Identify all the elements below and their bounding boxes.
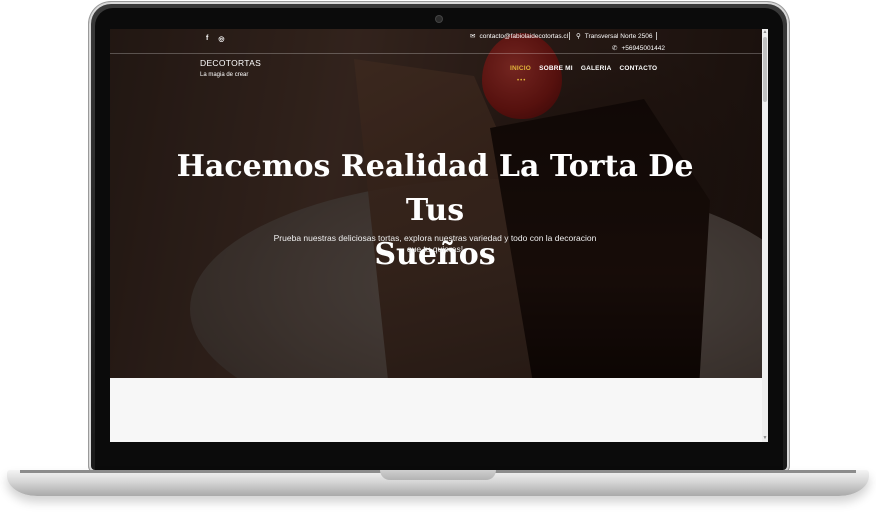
nav-item-contacto[interactable]: CONTACTO [619, 65, 657, 72]
address-text: Transversal Norte 2506 [584, 32, 653, 40]
scrollbar-thumb[interactable] [763, 37, 767, 102]
divider [656, 32, 657, 40]
divider [569, 32, 570, 40]
email-text[interactable]: contacto@fabiolaidecotortas.cl [479, 33, 568, 40]
instagram-icon[interactable]: ◎ [218, 35, 224, 43]
nav-item-sobre-mi[interactable]: SOBRE MI [539, 65, 573, 72]
hero-section: f ◎ ✉ contacto@fabiolaidecotortas.cl ⚲ T… [110, 29, 762, 378]
scroll-up-icon[interactable]: ▲ [762, 29, 768, 35]
phone-text[interactable]: +56945001442 [621, 45, 665, 52]
contact-address: ⚲ Transversal Norte 2506 [576, 32, 653, 41]
email-icon: ✉ [470, 33, 476, 40]
hero-subtitle-line: que tu quieras! [406, 244, 464, 254]
brand-tagline: La magia de crear [200, 72, 249, 78]
active-nav-indicator: ••• [517, 78, 527, 84]
hero-subtitle: Prueba nuestras deliciosas tortas, explo… [270, 233, 600, 255]
location-icon: ⚲ [576, 33, 581, 40]
contact-email[interactable]: ✉ contacto@fabiolaidecotortas.cl [470, 32, 568, 41]
brand-logo[interactable]: DECOTORTAS [200, 58, 261, 68]
phone-icon: ✆ [612, 45, 618, 52]
nav-item-galeria[interactable]: GALERIA [581, 65, 612, 72]
laptop-notch [380, 470, 496, 480]
facebook-icon[interactable]: f [206, 35, 208, 43]
hero-subtitle-line: Prueba nuestras deliciosas tortas, explo… [273, 233, 597, 243]
browser-viewport: f ◎ ✉ contacto@fabiolaidecotortas.cl ⚲ T… [110, 29, 768, 442]
content-section [110, 378, 762, 442]
webcam-icon [436, 16, 442, 22]
contact-phone[interactable]: ✆ +56945001442 [612, 44, 665, 53]
nav-item-inicio[interactable]: INICIO [510, 65, 531, 72]
main-nav: INICIO SOBRE MI GALERIA CONTACTO [510, 65, 657, 72]
top-bar: f ◎ ✉ contacto@fabiolaidecotortas.cl ⚲ T… [110, 29, 762, 54]
hero-title-line: Hacemos Realidad La Torta De Tus [176, 149, 694, 228]
scroll-down-icon[interactable]: ▼ [762, 435, 768, 441]
social-links: f ◎ [206, 35, 224, 43]
hero-title: Hacemos Realidad La Torta De Tus Sueños [170, 145, 700, 277]
